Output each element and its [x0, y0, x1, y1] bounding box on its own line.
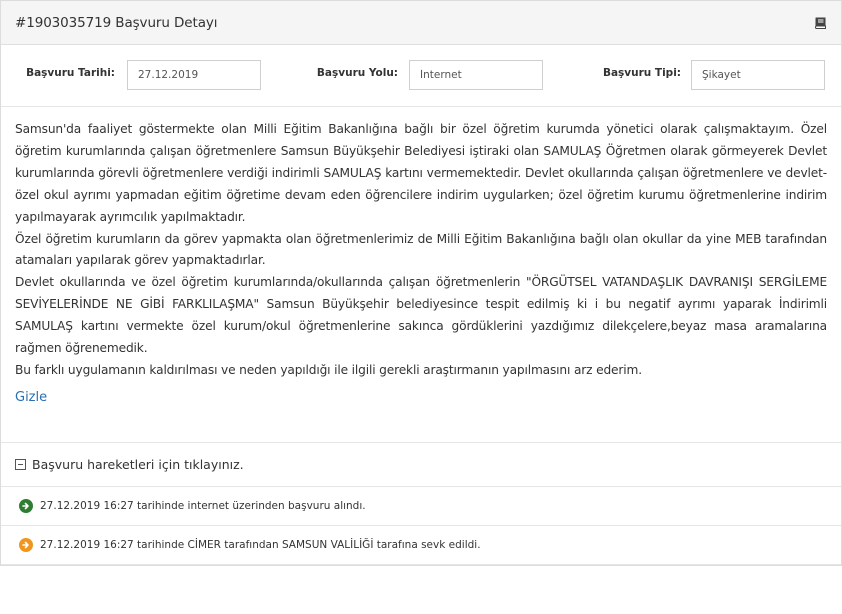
arrow-right-circle-icon	[19, 538, 33, 552]
movement-event-text: 27.12.2019 16:27 tarihinde CİMER tarafın…	[40, 539, 481, 551]
movements-toggle[interactable]: Başvuru hareketleri için tıklayınız.	[1, 443, 841, 487]
movement-event-text: 27.12.2019 16:27 tarihinde internet üzer…	[40, 500, 366, 512]
application-type-label: Başvuru Tipi:	[602, 67, 681, 79]
application-fields-row: Başvuru Tarihi: Başvuru Yolu: Başvuru Ti…	[1, 45, 841, 107]
page-title: #1903035719 Başvuru Detayı	[15, 14, 218, 31]
movement-event: 27.12.2019 16:27 tarihinde internet üzer…	[1, 487, 841, 526]
movements-toggle-label: Başvuru hareketleri için tıklayınız.	[32, 457, 244, 472]
description-paragraph: Özel öğretim kurumların da görev yapmakt…	[15, 231, 827, 268]
application-date-field[interactable]	[127, 60, 261, 90]
application-description: Samsun'da faaliyet göstermekte olan Mill…	[1, 107, 841, 443]
panel-header: #1903035719 Başvuru Detayı	[1, 1, 841, 45]
application-type-field[interactable]	[691, 60, 825, 90]
collapse-icon	[15, 459, 26, 470]
book-icon[interactable]	[813, 15, 829, 31]
description-paragraph: Samsun'da faaliyet göstermekte olan Mill…	[15, 122, 827, 224]
hide-link[interactable]: Gizle	[15, 390, 47, 405]
movement-event: 27.12.2019 16:27 tarihinde CİMER tarafın…	[1, 526, 841, 565]
description-paragraph: Bu farklı uygulamanın kaldırılması ve ne…	[15, 362, 642, 377]
application-channel-label: Başvuru Yolu:	[316, 67, 398, 79]
application-channel-field[interactable]	[409, 60, 543, 90]
arrow-right-circle-icon	[19, 499, 33, 513]
application-detail-panel: #1903035719 Başvuru Detayı Başvuru Tarih…	[0, 0, 842, 566]
application-date-label: Başvuru Tarihi:	[26, 67, 115, 79]
description-paragraph: Devlet okullarında ve özel öğretim kurum…	[15, 275, 827, 356]
